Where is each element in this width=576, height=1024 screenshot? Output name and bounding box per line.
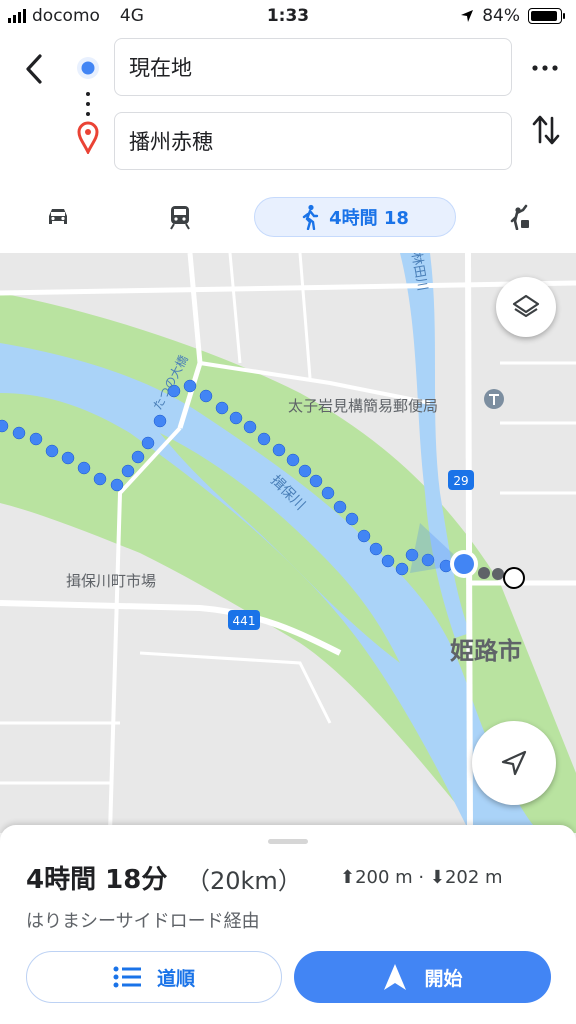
location-arrow-icon — [461, 10, 474, 22]
route-duration: 4時間 18分 — [26, 865, 168, 895]
battery-icon — [528, 8, 565, 24]
tab-ride[interactable] — [500, 197, 540, 237]
origin-field[interactable]: 現在地 — [114, 38, 512, 96]
layers-icon — [512, 294, 540, 318]
market-label: 揖保川町市場 — [66, 572, 156, 590]
start-label: 開始 — [424, 967, 463, 990]
destination-text: 播州赤穂 — [129, 130, 213, 154]
route-29-label: 29 — [453, 474, 468, 488]
walking-person-icon — [302, 204, 319, 230]
route-via: はりまシーサイドロード経由 — [26, 911, 260, 932]
start-button[interactable]: 開始 — [294, 951, 551, 1003]
more-horizontal-icon — [532, 65, 558, 71]
map-view[interactable]: 太子岩見構簡易郵便局 29 441 揖保川町市場 揖保川 たつの大橋 林田川 姫… — [0, 253, 576, 833]
back-arrow-icon — [26, 54, 42, 84]
route-markers — [77, 57, 99, 154]
back-button[interactable] — [18, 50, 52, 88]
origin-text: 現在地 — [129, 56, 192, 80]
my-location-button[interactable] — [472, 721, 556, 805]
car-icon — [49, 209, 67, 224]
battery-percent: 84% — [482, 6, 520, 26]
tab-walk[interactable]: 4時間 18 — [254, 197, 456, 237]
status-bar: docomo 4G 1:33 84% — [0, 0, 576, 34]
tab-drive[interactable] — [34, 197, 82, 237]
navigation-arrow-icon — [501, 750, 527, 776]
post-office-label: 太子岩見構簡易郵便局 — [288, 397, 438, 415]
walk-duration: 4時間 18 — [329, 208, 409, 229]
elevation-info: ⬆200 m · ⬇202 m — [340, 867, 503, 888]
layers-button[interactable] — [496, 277, 556, 337]
steps-label: 道順 — [156, 967, 195, 990]
train-icon — [170, 206, 190, 230]
tab-transit[interactable] — [156, 197, 204, 237]
route-summary-sheet[interactable]: 4時間 18分 （20km） ⬆200 m · ⬇202 m はりまシーサイドロ… — [0, 825, 576, 1024]
city-label: 姫路市 — [450, 637, 522, 665]
swap-button[interactable] — [530, 112, 562, 148]
sheet-handle[interactable] — [268, 839, 308, 844]
route-441-label: 441 — [233, 614, 256, 628]
person-hailing-icon — [510, 204, 529, 230]
route-distance: （20km） — [186, 867, 302, 895]
navigation-start-icon — [384, 964, 407, 990]
swap-vertical-icon — [532, 115, 560, 145]
more-options-button[interactable] — [528, 56, 562, 80]
steps-button[interactable]: 道順 — [26, 951, 282, 1003]
list-icon — [113, 966, 141, 988]
destination-field[interactable]: 播州赤穂 — [114, 112, 512, 170]
